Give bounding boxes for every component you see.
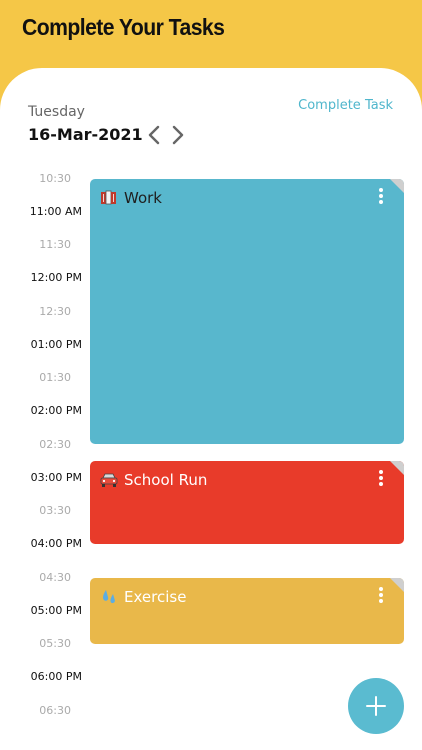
chevron-right-icon xyxy=(172,125,184,145)
event-title: Exercise xyxy=(100,588,186,606)
event-title: Work xyxy=(100,189,162,207)
next-day-button[interactable] xyxy=(168,124,188,146)
time-label: 03:30 xyxy=(39,504,71,517)
books-icon xyxy=(101,190,116,205)
event-title-text: School Run xyxy=(124,471,208,489)
time-label: 02:00 PM xyxy=(30,404,82,417)
car-icon xyxy=(100,473,118,487)
time-label: 12:00 PM xyxy=(30,271,82,284)
corner-fold xyxy=(390,179,404,193)
complete-task-link[interactable]: Complete Task xyxy=(298,98,393,113)
time-label: 04:30 xyxy=(39,571,71,584)
plus-icon xyxy=(366,696,386,716)
time-label: 01:00 PM xyxy=(30,338,82,351)
time-label: 12:30 xyxy=(39,305,71,318)
event-card-work[interactable]: Work xyxy=(90,179,404,444)
time-label: 05:00 PM xyxy=(30,604,82,617)
time-label: 03:00 PM xyxy=(30,471,82,484)
time-label: 02:30 xyxy=(39,438,71,451)
time-label: 01:30 xyxy=(39,371,71,384)
corner-fold xyxy=(390,578,404,592)
corner-fold xyxy=(390,461,404,475)
more-options-icon[interactable] xyxy=(379,188,383,204)
event-card-school-run[interactable]: School Run xyxy=(90,461,404,544)
app-title: Complete Your Tasks xyxy=(22,14,225,40)
more-options-icon[interactable] xyxy=(379,470,383,486)
event-title: School Run xyxy=(100,471,207,489)
event-title-text: Exercise xyxy=(124,588,187,606)
time-label: 06:00 PM xyxy=(30,670,82,683)
time-label: 05:30 xyxy=(39,637,71,650)
sweat-drops-icon xyxy=(103,590,115,604)
day-name: Tuesday xyxy=(28,104,85,120)
chevron-left-icon xyxy=(148,125,160,145)
time-label: 11:30 xyxy=(39,238,71,251)
previous-day-button[interactable] xyxy=(144,124,164,146)
time-label: 10:30 xyxy=(39,172,71,185)
more-options-icon[interactable] xyxy=(379,587,383,603)
selected-date: 16-Mar-2021 xyxy=(28,125,143,144)
time-label: 04:00 PM xyxy=(30,537,82,550)
event-card-exercise[interactable]: Exercise xyxy=(90,578,404,644)
time-label: 11:00 AM xyxy=(29,205,82,218)
add-task-button[interactable] xyxy=(348,678,404,734)
event-title-text: Work xyxy=(124,189,162,207)
time-label: 06:30 xyxy=(39,704,71,717)
